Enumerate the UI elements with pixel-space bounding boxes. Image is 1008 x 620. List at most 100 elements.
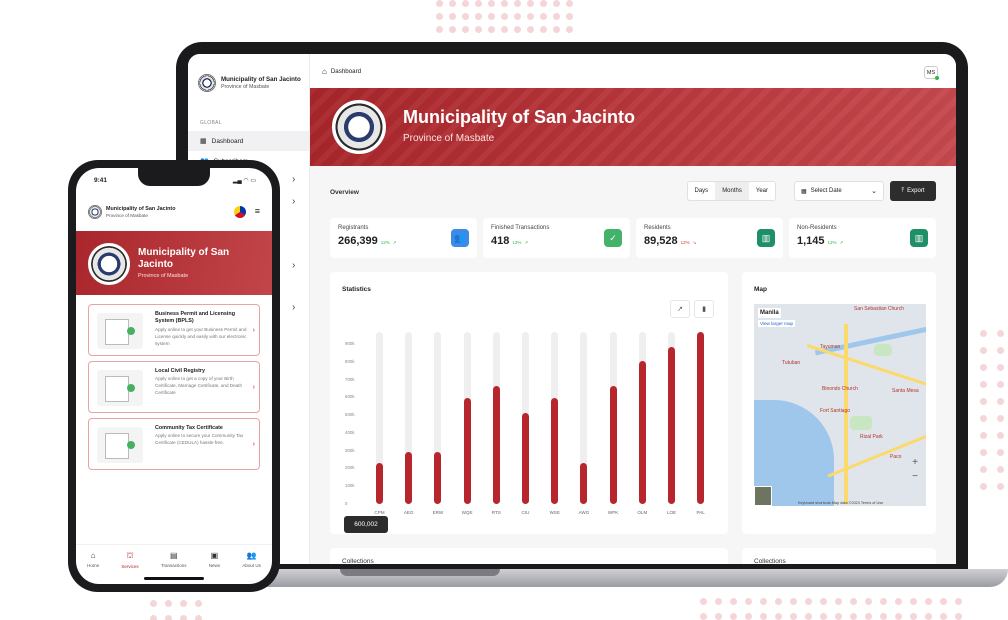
x-tick-label: WSE [549, 510, 560, 515]
municipal-seal-icon [332, 100, 386, 154]
map-place-label[interactable]: Tayuman [820, 344, 840, 350]
service-card-bpls[interactable]: Business Permit and Licensing System (BP… [88, 304, 260, 356]
decorative-dot [880, 598, 887, 605]
mobile-brand[interactable]: Municipality of San Jacinto Province of … [88, 205, 176, 219]
decorative-dot [955, 613, 962, 620]
bar-aeg[interactable] [405, 451, 413, 504]
decorative-dot [195, 600, 202, 607]
decorative-dot [850, 598, 857, 605]
decorative-dot [553, 0, 560, 7]
bar-rts[interactable] [492, 385, 500, 504]
satellite-toggle[interactable] [754, 486, 772, 506]
stat-card-registrants[interactable]: Registrants 266,399 12% ↗ 👥 [330, 218, 477, 258]
nav-news[interactable]: ▣ News [209, 551, 220, 574]
bar-erw[interactable] [434, 451, 442, 504]
bar-pal[interactable] [697, 332, 705, 504]
nav-home[interactable]: ⌂ Home [87, 551, 99, 574]
bar-olm[interactable] [638, 360, 646, 504]
period-months[interactable]: Months [715, 182, 749, 200]
map-place-label[interactable]: Fort Santiago [820, 408, 850, 414]
desktop-screen: Municipality of San Jacinto Province of … [188, 54, 956, 564]
nav-services[interactable]: ⛫ Services [121, 551, 138, 574]
stat-card-delta: 12% [512, 240, 522, 245]
bar-loe[interactable] [668, 347, 675, 504]
stat-card-finished-transactions[interactable]: Finished Transactions 418 12% ↗ ✓ [483, 218, 630, 258]
decorative-dot [514, 26, 521, 33]
mobile-hero-subtitle: Province of Masbate [138, 273, 189, 279]
map-road [806, 343, 926, 388]
nav-label: Services [121, 564, 139, 569]
trend-down-icon: ↘ [692, 240, 697, 245]
zoom-out-icon[interactable]: − [908, 470, 922, 484]
y-tick-label: 800k [345, 358, 355, 364]
period-days[interactable]: Days [688, 182, 716, 200]
x-tick-label: PAL [696, 510, 705, 515]
map-place-label[interactable]: Binondo Church [822, 386, 858, 392]
trend-up-icon: ↗ [839, 240, 844, 245]
decorative-dot [462, 13, 469, 20]
map-place-label[interactable]: Santa Mesa [892, 388, 919, 394]
stat-card-residents[interactable]: Residents 89,528 12% ↘ ▥ [636, 218, 783, 258]
bar-wqe[interactable] [463, 398, 471, 504]
bar-chart-icon[interactable]: ▮ [694, 300, 714, 318]
home-icon[interactable]: ⌂ [322, 67, 327, 76]
stat-card-label: Registrants [338, 225, 369, 231]
sidebar-item-dashboard[interactable]: ▦ Dashboard [188, 131, 309, 151]
decorative-dot [910, 613, 917, 620]
decorative-dot [527, 26, 534, 33]
sidebar-section-label: GLOBAL [200, 120, 222, 126]
export-button[interactable]: ⤒ Export [890, 181, 936, 201]
map-view[interactable]: Manila View larger map San Sebastian Chu… [754, 304, 926, 506]
decorative-dot [475, 0, 482, 7]
map-park [874, 344, 892, 356]
chevron-right-icon[interactable]: › [292, 302, 295, 313]
service-description: Apply online to get a copy of your Birth… [155, 376, 243, 395]
map-place-label[interactable]: San Sebastian Church [854, 306, 904, 312]
line-chart-icon[interactable]: ↗ [670, 300, 690, 318]
trend-up-icon: ↗ [524, 240, 529, 245]
phone-notch [138, 168, 210, 186]
nav-transactions[interactable]: ▤ Transactions [161, 551, 187, 574]
decorative-dot [790, 598, 797, 605]
date-picker[interactable]: ▦ Select Date ⌄ [794, 181, 884, 201]
chevron-right-icon[interactable]: › [292, 260, 295, 271]
map-park [850, 416, 872, 430]
map-place-label[interactable]: Rizal Park [860, 434, 883, 440]
period-year[interactable]: Year [749, 182, 775, 200]
decorative-dot [462, 0, 469, 7]
hamburger-menu-icon[interactable]: ≡ [255, 206, 260, 216]
map-place-label[interactable]: Tutuban [782, 360, 800, 366]
x-tick-label: AEG [403, 510, 414, 515]
view-larger-map-link[interactable]: View larger map [758, 320, 796, 327]
language-flag-icon[interactable] [234, 206, 246, 218]
bar-ciu[interactable] [522, 413, 529, 504]
nav-label: About Us [242, 563, 261, 568]
bar-wpk[interactable] [609, 385, 617, 504]
decorative-dot [488, 26, 495, 33]
service-card-community-tax[interactable]: Community Tax Certificate Apply online t… [88, 418, 260, 470]
nav-about-us[interactable]: 👥 About Us [242, 551, 261, 574]
page-title: Municipality of San Jacinto [403, 107, 636, 127]
decorative-dot [835, 598, 842, 605]
bar-cpm[interactable] [376, 462, 383, 504]
bar-wse[interactable] [551, 398, 559, 504]
stat-card-non-residents[interactable]: Non-Residents 1,145 12% ↗ ▥ [789, 218, 936, 258]
decorative-dot [980, 449, 987, 456]
service-card-civil-registry[interactable]: Local Civil Registry Apply online to get… [88, 361, 260, 413]
bar-awg[interactable] [580, 462, 588, 504]
sidebar-brand[interactable]: Municipality of San Jacinto Province of … [188, 54, 309, 92]
zoom-in-icon[interactable]: + [908, 456, 922, 470]
decorative-dot [997, 381, 1004, 388]
decorative-dot [955, 598, 962, 605]
decorative-dot [436, 26, 443, 33]
decorative-dot [488, 13, 495, 20]
decorative-dot [865, 613, 872, 620]
avatar[interactable]: MS [924, 66, 939, 80]
breadcrumb[interactable]: Dashboard [331, 68, 361, 75]
decorative-dot [180, 600, 187, 607]
period-selector: Days Months Year [686, 181, 776, 201]
map-place-label[interactable]: Paco [890, 454, 901, 460]
x-tick-label: AWG [578, 510, 590, 515]
decorative-dot [820, 598, 827, 605]
dashboard-icon: ▦ [200, 138, 207, 145]
